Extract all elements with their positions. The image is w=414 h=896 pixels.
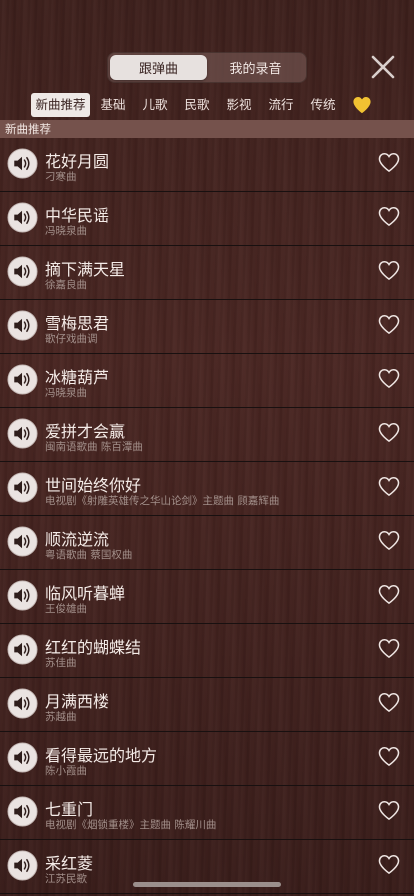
- speaker-icon[interactable]: [7, 742, 38, 773]
- mode-segmented-control: 跟弹曲 我的录音: [107, 52, 307, 83]
- tab-new-recommend[interactable]: 新曲推荐: [31, 93, 90, 117]
- song-subtitle: 刁寒曲: [45, 171, 77, 183]
- song-subtitle: 冯晓泉曲: [45, 225, 87, 237]
- yellow-heart-icon[interactable]: [352, 96, 372, 114]
- song-row[interactable]: 中华民谣 冯晓泉曲: [0, 192, 414, 246]
- favorite-heart-icon[interactable]: [377, 746, 401, 767]
- tab-basics[interactable]: 基础: [97, 93, 129, 117]
- song-subtitle: 冯晓泉曲: [45, 387, 87, 399]
- song-subtitle: 电视剧《射雕英雄传之华山论剑》主题曲 顾嘉辉曲: [45, 495, 280, 507]
- favorite-heart-icon[interactable]: [377, 692, 401, 713]
- favorite-heart-icon[interactable]: [377, 530, 401, 551]
- song-subtitle: 江苏民歌: [45, 873, 87, 885]
- song-row[interactable]: 花好月圆 刁寒曲: [0, 138, 414, 192]
- favorite-heart-icon[interactable]: [377, 314, 401, 335]
- favorite-heart-icon[interactable]: [377, 638, 401, 659]
- favorite-heart-icon[interactable]: [377, 422, 401, 443]
- speaker-icon[interactable]: [7, 310, 38, 341]
- tab-kids[interactable]: 儿歌: [139, 93, 171, 117]
- header: 跟弹曲 我的录音: [0, 0, 414, 92]
- speaker-icon[interactable]: [7, 850, 38, 881]
- speaker-icon[interactable]: [7, 634, 38, 665]
- favorite-heart-icon[interactable]: [377, 368, 401, 389]
- song-subtitle: 闽南语歌曲 陈百潭曲: [45, 441, 143, 453]
- song-subtitle: 陈小霞曲: [45, 765, 87, 777]
- favorite-heart-icon[interactable]: [377, 854, 401, 875]
- song-subtitle: 王俊雄曲: [45, 603, 87, 615]
- speaker-icon[interactable]: [7, 796, 38, 827]
- speaker-icon[interactable]: [7, 472, 38, 503]
- favorite-heart-icon[interactable]: [377, 152, 401, 173]
- favorite-heart-icon[interactable]: [377, 260, 401, 281]
- song-row[interactable]: 临风听暮蝉 王俊雄曲: [0, 570, 414, 624]
- tab-traditional[interactable]: 传统: [307, 93, 339, 117]
- speaker-icon[interactable]: [7, 418, 38, 449]
- song-row[interactable]: 摘下满天星 徐嘉良曲: [0, 246, 414, 300]
- song-row[interactable]: 红红的蝴蝶结 苏佳曲: [0, 624, 414, 678]
- speaker-icon[interactable]: [7, 364, 38, 395]
- category-tabs: 新曲推荐 基础 儿歌 民歌 影视 流行 传统: [0, 92, 414, 120]
- song-row[interactable]: 雪梅思君 歌仔戏曲调: [0, 300, 414, 354]
- song-row[interactable]: 看得最远的地方 陈小霞曲: [0, 732, 414, 786]
- song-list: 花好月圆 刁寒曲 中华民谣 冯晓泉曲 摘下满天星 徐嘉良曲 雪梅思君 歌仔戏曲调…: [0, 138, 414, 894]
- speaker-icon[interactable]: [7, 526, 38, 557]
- song-row[interactable]: 顺流逆流 粤语歌曲 蔡国权曲: [0, 516, 414, 570]
- speaker-icon[interactable]: [7, 148, 38, 179]
- tab-folk[interactable]: 民歌: [181, 93, 213, 117]
- speaker-icon[interactable]: [7, 580, 38, 611]
- favorite-heart-icon[interactable]: [377, 476, 401, 497]
- song-subtitle: 电视剧《烟锁重楼》主题曲 陈耀川曲: [45, 819, 217, 831]
- song-subtitle: 粤语歌曲 蔡国权曲: [45, 549, 133, 561]
- song-subtitle: 徐嘉良曲: [45, 279, 87, 291]
- song-subtitle: 苏佳曲: [45, 657, 77, 669]
- tab-pop[interactable]: 流行: [265, 93, 297, 117]
- favorite-heart-icon[interactable]: [377, 800, 401, 821]
- song-subtitle: 苏越曲: [45, 711, 77, 723]
- tab-film-tv[interactable]: 影视: [223, 93, 255, 117]
- song-row[interactable]: 爱拼才会赢 闽南语歌曲 陈百潭曲: [0, 408, 414, 462]
- segment-play-along[interactable]: 跟弹曲: [110, 55, 207, 80]
- favorite-heart-icon[interactable]: [377, 206, 401, 227]
- home-indicator: [133, 882, 281, 887]
- speaker-icon[interactable]: [7, 256, 38, 287]
- favorite-heart-icon[interactable]: [377, 584, 401, 605]
- song-subtitle: 歌仔戏曲调: [45, 333, 98, 345]
- segment-my-recordings[interactable]: 我的录音: [207, 55, 304, 80]
- app-screen: 跟弹曲 我的录音 新曲推荐 基础 儿歌 民歌 影视 流行 传统 新曲推荐 花好月…: [0, 0, 414, 896]
- song-row[interactable]: 世间始终你好 电视剧《射雕英雄传之华山论剑》主题曲 顾嘉辉曲: [0, 462, 414, 516]
- song-row[interactable]: 月满西楼 苏越曲: [0, 678, 414, 732]
- speaker-icon[interactable]: [7, 688, 38, 719]
- speaker-icon[interactable]: [7, 202, 38, 233]
- close-icon[interactable]: [370, 54, 396, 80]
- section-header: 新曲推荐: [0, 120, 414, 138]
- song-row[interactable]: 七重门 电视剧《烟锁重楼》主题曲 陈耀川曲: [0, 786, 414, 840]
- song-row[interactable]: 冰糖葫芦 冯晓泉曲: [0, 354, 414, 408]
